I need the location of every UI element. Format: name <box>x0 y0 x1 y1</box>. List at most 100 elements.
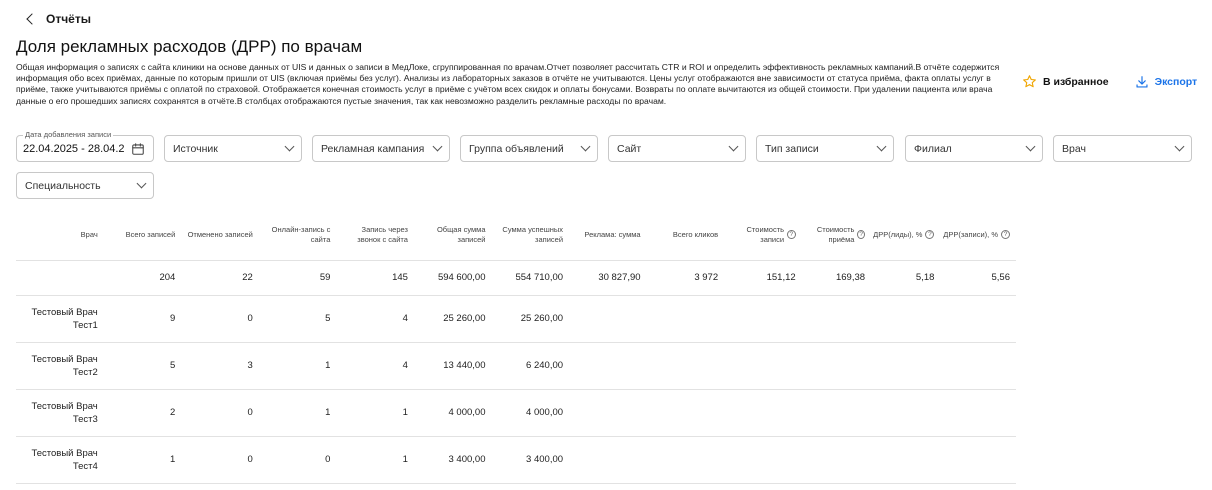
col-header-drr-leads[interactable]: ДРР(лиды), %? <box>871 210 940 260</box>
col-header-cost-record[interactable]: Стоимость записи? <box>724 210 802 260</box>
col-header-total-sum[interactable]: Общая сумма записей <box>414 210 492 260</box>
cell-cancelled: 22 <box>181 259 259 295</box>
cell-doctor: Тестовый Врач Тест2 <box>16 341 104 389</box>
col-header-total-records[interactable]: Всего записей <box>104 210 182 260</box>
cell-empty <box>801 388 872 436</box>
chevron-left-icon <box>26 13 38 25</box>
cell-success-sum: 6 240,00 <box>491 341 570 389</box>
cell-total-sum: 25 260,00 <box>413 294 492 342</box>
cell-empty <box>646 294 725 342</box>
record-type-filter-label: Тип записи <box>765 142 819 155</box>
col-header-success-sum[interactable]: Сумма успешных записей <box>491 210 569 260</box>
cell-empty <box>940 388 1016 436</box>
cell-cancelled: 0 <box>181 388 259 436</box>
chevron-down-icon <box>580 141 591 152</box>
cell-empty <box>569 388 647 436</box>
col-header-doctor[interactable]: Врач <box>16 210 104 260</box>
back-to-reports-link[interactable]: Отчёты <box>26 12 91 26</box>
cell-empty <box>801 294 872 342</box>
campaign-filter-label: Рекламная кампания <box>321 142 425 155</box>
table-row: Тестовый Врач Тест4 1 0 0 1 3 400,00 3 4… <box>16 435 1016 484</box>
cost-record-header-label: Стоимость записи <box>746 224 785 244</box>
cell-call: 1 <box>336 388 414 436</box>
ad-group-filter-label: Группа объявлений <box>469 142 564 155</box>
cell-total-sum: 13 440,00 <box>413 341 492 389</box>
download-icon <box>1136 75 1148 88</box>
cell-doctor <box>16 259 104 295</box>
cell-total-records: 204 <box>103 259 182 295</box>
cell-cancelled: 0 <box>181 294 259 342</box>
ad-group-filter[interactable]: Группа объявлений <box>460 135 598 162</box>
cell-cost-visit: 169,38 <box>801 259 872 295</box>
calendar-icon[interactable] <box>131 142 145 156</box>
cell-empty <box>569 294 647 342</box>
cell-empty <box>871 435 941 484</box>
cell-online: 59 <box>258 259 337 295</box>
cell-online: 0 <box>258 435 337 484</box>
cell-empty <box>724 435 802 484</box>
cell-empty <box>801 435 872 484</box>
cell-empty <box>871 294 941 342</box>
specialty-filter[interactable]: Специальность <box>16 172 154 199</box>
cell-call: 1 <box>336 435 414 484</box>
campaign-filter[interactable]: Рекламная кампания <box>312 135 450 162</box>
help-icon[interactable]: ? <box>787 230 796 240</box>
report-description: Общая информация о записях с сайта клини… <box>16 62 1000 106</box>
cell-empty <box>569 435 647 484</box>
site-filter[interactable]: Сайт <box>608 135 746 162</box>
col-header-drr-records[interactable]: ДРР(записи), %? <box>940 210 1016 260</box>
cell-online: 5 <box>258 294 337 342</box>
cell-empty <box>940 294 1016 342</box>
page-title: Доля рекламных расходов (ДРР) по врачам <box>16 37 363 56</box>
source-filter[interactable]: Источник <box>164 135 302 162</box>
source-filter-label: Источник <box>173 142 218 155</box>
branch-filter[interactable]: Филиал <box>905 135 1043 162</box>
report-actions: В избранное Экспорт <box>1022 74 1197 89</box>
chevron-down-icon <box>136 178 147 189</box>
col-header-online[interactable]: Онлайн-запись с сайта <box>259 210 337 260</box>
chevron-down-icon <box>876 141 887 152</box>
cell-empty <box>724 388 802 436</box>
doctor-filter[interactable]: Врач <box>1053 135 1192 162</box>
date-range-filter[interactable]: Дата добавления записи 22.04.2025 - 28.0… <box>16 130 154 162</box>
cell-cost-record: 151,12 <box>724 259 802 295</box>
record-type-filter[interactable]: Тип записи <box>756 135 894 162</box>
cell-empty <box>646 341 725 389</box>
help-icon[interactable]: ? <box>1001 230 1010 240</box>
cell-empty <box>569 341 647 389</box>
col-header-cost-visit[interactable]: Стоимость приёма? <box>802 210 871 260</box>
cell-doctor: Тестовый Врач Тест4 <box>16 435 104 484</box>
export-button[interactable]: Экспорт <box>1135 75 1198 89</box>
cell-empty <box>940 435 1016 484</box>
help-icon[interactable]: ? <box>857 230 866 240</box>
col-header-cancelled[interactable]: Отменено записей <box>181 210 259 260</box>
export-label: Экспорт <box>1154 75 1198 88</box>
cell-empty <box>801 341 872 389</box>
date-range-value: 22.04.2025 - 28.04.2 <box>23 142 125 155</box>
cell-empty <box>724 294 802 342</box>
cell-cancelled: 3 <box>181 341 259 389</box>
cell-empty <box>871 341 941 389</box>
col-header-clicks[interactable]: Всего кликов <box>647 210 725 260</box>
cell-success-sum: 4 000,00 <box>491 388 570 436</box>
drr-leads-header-label: ДРР(лиды), % <box>873 229 923 239</box>
cell-clicks: 3 972 <box>646 259 725 295</box>
cell-success-sum: 3 400,00 <box>491 435 570 484</box>
date-filter-label: Дата добавления записи <box>23 130 114 139</box>
add-to-favorites-button[interactable]: В избранное <box>1022 74 1109 89</box>
cell-online: 1 <box>258 388 337 436</box>
totals-row: 204 22 59 145 594 600,00 554 710,00 30 8… <box>16 259 1016 295</box>
cell-doctor: Тестовый Врач Тест1 <box>16 294 104 342</box>
help-icon[interactable]: ? <box>925 230 935 240</box>
site-filter-label: Сайт <box>617 142 642 155</box>
cell-ad-sum: 30 827,90 <box>569 259 647 295</box>
table-row: Тестовый Врач Тест1 9 0 5 4 25 260,00 25… <box>16 294 1016 342</box>
cell-doctor: Тестовый Врач Тест3 <box>16 388 104 436</box>
chevron-down-icon <box>1025 141 1036 152</box>
cell-total-records: 2 <box>103 388 182 436</box>
cell-total-records: 1 <box>103 435 182 484</box>
col-header-ad-sum[interactable]: Реклама: сумма <box>569 210 647 260</box>
cell-total-records: 9 <box>103 294 182 342</box>
cell-call: 145 <box>336 259 414 295</box>
col-header-call[interactable]: Запись через звонок с сайта <box>336 210 414 260</box>
